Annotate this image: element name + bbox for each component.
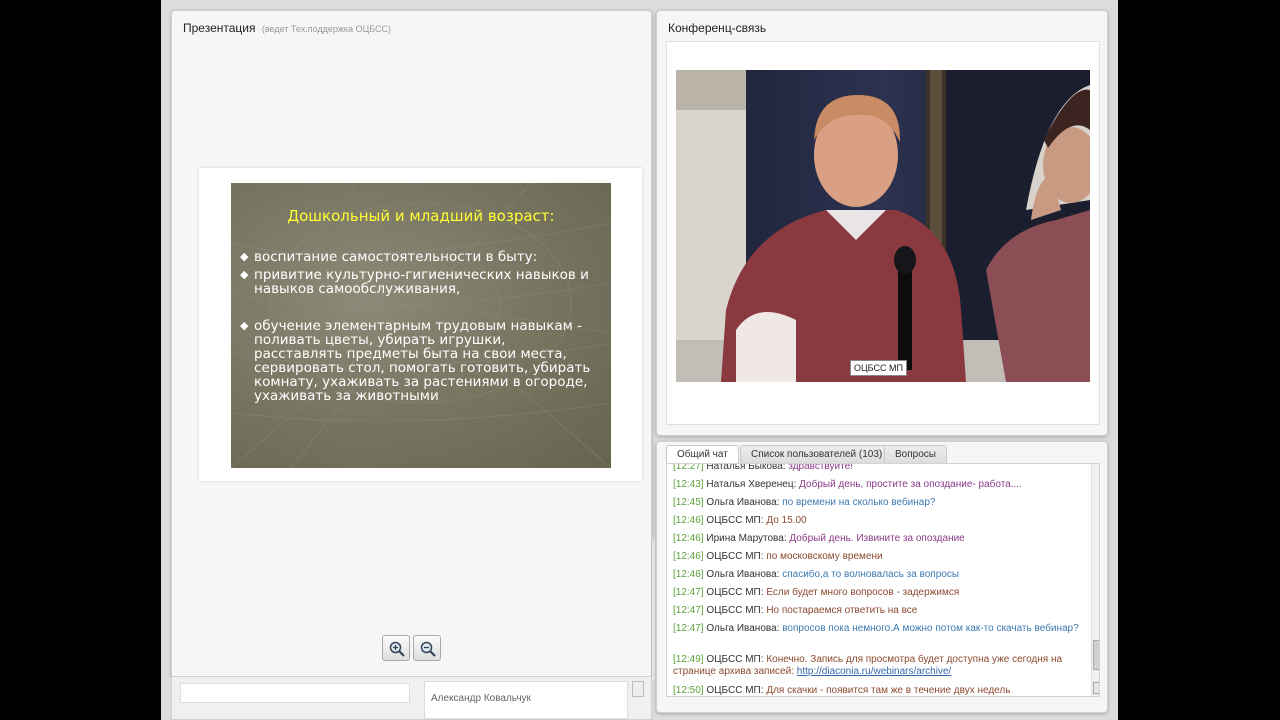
presentation-title-text: Презентация [183,21,256,35]
message-time: [12:47] [673,587,704,598]
message-time: [12:27] [673,463,704,472]
webinar-app: Презентация (ведет Тех.поддержка ОЦБСС) [161,0,1118,720]
chat-message: [12:49] ОЦБСС МП: Конечно. Запись для пр… [673,654,1083,678]
chat-message: [12:46] Ирина Марутова: Добрый день. Изв… [673,533,1083,545]
message-time: [12:46] [673,551,704,562]
message-text: Добрый день, простите за опоздание- рабо… [799,479,1022,490]
chat-message: [12:47] ОЦБСС МП: Но постараемся ответит… [673,605,1083,617]
message-time: [12:47] [673,605,704,616]
video-container: ОЦБСС МП [666,41,1100,425]
slide-bullet-text: воспитание самостоятельности в быту: [254,249,538,265]
message-time: [12:50] [673,685,704,696]
slide-frame: Дошкольный и младший возраст: ◆ воспитан… [199,168,642,481]
chat-message: [12:47] Ольга Иванова: вопросов пока нем… [673,623,1083,635]
chat-messages[interactable]: [12:27] Наталья Быкова: здравствуйте! [1… [666,463,1100,697]
zoom-in-button[interactable] [382,635,410,661]
tab-questions[interactable]: Вопросы [884,445,947,464]
chat-panel: Общий чат Список пользователей (103) Воп… [656,441,1108,713]
scroll-down-arrow-icon[interactable] [1093,682,1099,694]
tab-user-list[interactable]: Список пользователей (103) [740,445,894,464]
chat-message: [12:46] ОЦБСС МП: До 15.00 [673,515,1083,527]
message-author: Наталья Быкова: [706,463,786,472]
message-author: ОЦБСС МП: [706,587,764,598]
slide-bullet-text: привитие культурно-гигиенических навыков… [254,267,589,297]
message-author: ОЦБСС МП: [706,654,764,665]
video-frame-image [676,70,1090,382]
conference-title: Конференц-связь [668,21,767,35]
users-search-field[interactable] [180,683,410,703]
presentation-subtitle: (ведет Тех.поддержка ОЦБСС) [261,24,392,34]
chat-message: [12:46] ОЦБСС МП: по московскому времени [673,551,1083,563]
message-text: Для скачки - появится там же в течение д… [766,685,1011,696]
message-time: [12:46] [673,515,704,526]
chat-message: [12:46] Ольга Иванова: спасибо,а то волн… [673,569,1083,581]
bullet-dot-icon: ◆ [240,250,249,263]
message-text: Добрый день. Извините за опоздание [789,533,965,544]
slide-bullet: ◆ обучение элементарным трудовым навыкам… [240,318,594,404]
presentation-title: Презентация (ведет Тех.поддержка ОЦБСС) [183,21,391,35]
users-list[interactable]: Александр Ковальчук [424,681,628,719]
users-scrollbar[interactable] [632,681,644,697]
conference-panel: Конференц-связь ОЦБСС МП [656,10,1108,436]
message-time: [12:45] [673,497,704,508]
message-time: [12:46] [673,533,704,544]
chat-scroll-thumb[interactable] [1093,640,1099,670]
message-text: До 15.00 [766,515,807,526]
message-author: ОЦБСС МП: [706,685,764,696]
message-author: Ольга Иванова: [706,623,780,634]
users-panel-behind: Александр Ковальчук [171,676,652,720]
message-time: [12:47] [673,623,704,634]
message-text: по времени на сколько вебинар? [782,497,936,508]
chat-message: [12:47] ОЦБСС МП: Если будет много вопро… [673,587,1083,599]
zoom-out-icon [420,641,436,657]
message-text: вопросов пока немного.А можно потом как-… [782,623,1079,634]
message-author: ОЦБСС МП: [706,551,764,562]
tab-general-chat[interactable]: Общий чат [666,445,739,465]
bullet-dot-icon: ◆ [240,268,249,281]
video-label: ОЦБСС МП [850,360,907,376]
message-text: Но постараемся ответить на все [766,605,918,616]
slide-heading: Дошкольный и младший возраст: [287,207,555,225]
chat-scrollbar[interactable] [1091,464,1099,696]
presentation-scrollbar[interactable] [651,540,655,680]
slide: Дошкольный и младший возраст: ◆ воспитан… [231,183,611,468]
message-time: [12:46] [673,569,704,580]
presentation-panel: Презентация (ведет Тех.поддержка ОЦБСС) [171,10,652,678]
message-author: ОЦБСС МП: [706,605,764,616]
message-author: Ольга Иванова: [706,569,780,580]
message-text: спасибо,а то волновалась за вопросы [782,569,960,580]
message-text: по московскому времени [766,551,883,562]
zoom-in-icon [389,641,405,657]
message-author: Ольга Иванова: [706,497,780,508]
chat-message: [12:27] Наталья Быкова: здравствуйте! [673,463,1083,473]
slide-bullet-text: обучение элементарным трудовым навыкам -… [254,318,591,404]
message-author: Ирина Марутова: [706,533,787,544]
archive-link[interactable]: http://diaconia.ru/webinars/archive/ [797,666,952,677]
message-time: [12:43] [673,479,704,490]
chat-message: [12:45] Ольга Иванова: по времени на ско… [673,497,1083,509]
slide-bullet: ◆ привитие культурно-гигиенических навык… [240,267,594,297]
message-author: Наталья Хверенец: [706,479,797,490]
video-stream[interactable]: ОЦБСС МП [676,70,1090,382]
slide-bullet: ◆ воспитание самостоятельности в быту: [240,249,594,265]
message-text: Если будет много вопросов - задержимся [766,587,960,598]
bullet-dot-icon: ◆ [240,319,249,332]
zoom-out-button[interactable] [413,635,441,661]
chat-message: [12:43] Наталья Хверенец: Добрый день, п… [673,479,1083,491]
message-time: [12:49] [673,654,704,665]
message-author: ОЦБСС МП: [706,515,764,526]
message-text: здравствуйте! [788,463,853,472]
user-list-item[interactable]: Александр Ковальчук [431,693,531,704]
chat-message: [12:50] ОЦБСС МП: Для скачки - появится … [673,685,1083,696]
